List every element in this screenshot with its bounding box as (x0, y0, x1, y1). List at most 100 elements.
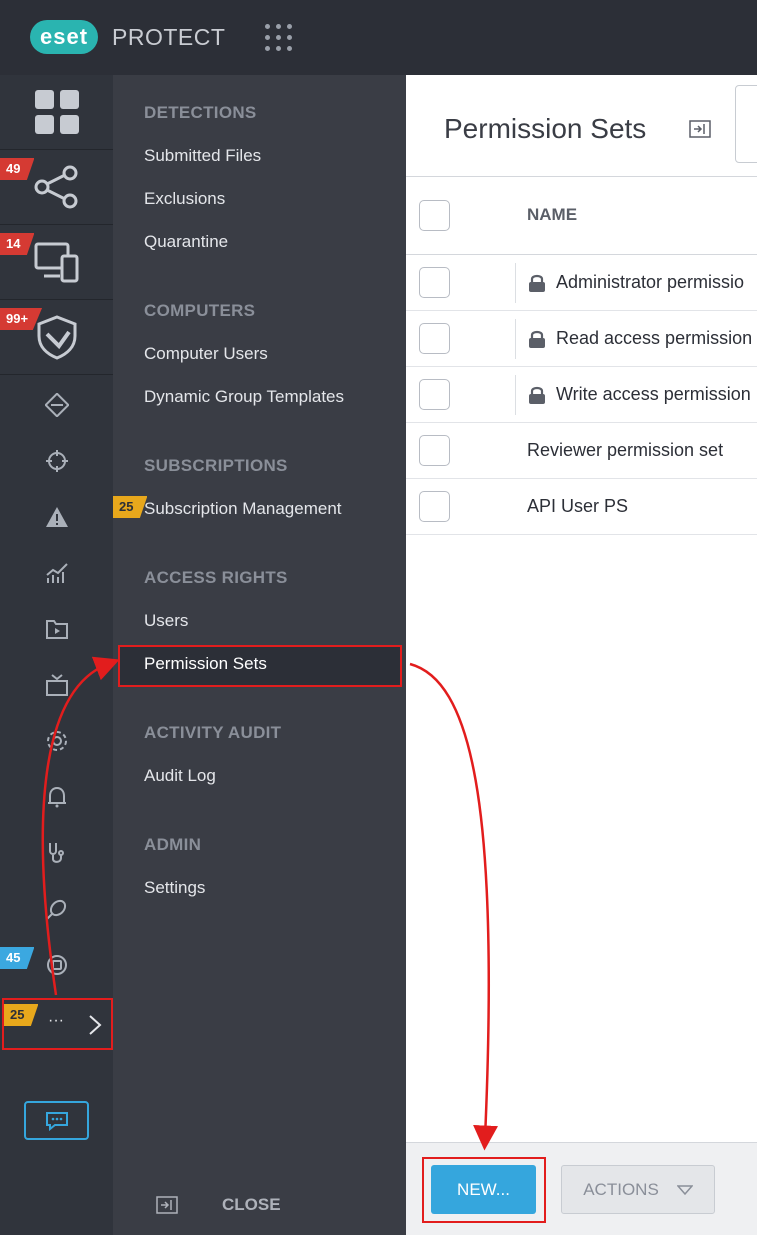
gear-icon (46, 731, 67, 751)
app-launcher-icon[interactable] (265, 24, 293, 52)
section-detections: DETECTIONS (144, 103, 257, 122)
bell-icon (47, 786, 66, 808)
chart-icon (45, 563, 68, 583)
close-label: CLOSE (222, 1195, 281, 1214)
row-checkbox[interactable] (419, 491, 450, 522)
eset-logo-mark: eset (30, 20, 99, 54)
section-activity-audit: ACTIVITY AUDIT (144, 723, 282, 742)
section-access-rights: ACCESS RIGHTS (144, 568, 288, 587)
rail-detections[interactable]: 99+ (0, 300, 113, 375)
rail-tasks[interactable] (0, 385, 113, 425)
actions-label: ACTIONS (583, 1179, 659, 1199)
chevron-right-icon (89, 1015, 102, 1035)
menu-item-dynamic-group-templates[interactable]: Dynamic Group Templates (144, 387, 344, 407)
chat-button[interactable] (24, 1101, 89, 1140)
plug-icon (45, 899, 66, 920)
tasks-icon (44, 393, 69, 417)
table-row[interactable]: API User PS (406, 479, 757, 535)
section-subscriptions: SUBSCRIPTIONS (144, 456, 288, 475)
row-name-cell: Reviewer permission set (527, 440, 723, 461)
row-name: Read access permission (556, 328, 753, 348)
row-divider (515, 375, 516, 415)
chat-bubble-icon (45, 1111, 68, 1131)
help-icon (46, 955, 67, 975)
more-count-badge: 25 (4, 1004, 39, 1026)
close-menu-button[interactable]: CLOSE (156, 1195, 281, 1215)
row-checkbox[interactable] (419, 267, 450, 298)
menu-item-exclusions[interactable]: Exclusions (144, 189, 225, 209)
table-row[interactable]: Read access permission (406, 311, 757, 367)
row-name: Reviewer permission set (527, 440, 724, 460)
column-header-name[interactable]: NAME (527, 205, 577, 225)
row-name: Administrator permissio (556, 272, 745, 292)
row-name-cell: Write access permission (527, 384, 751, 405)
lock-icon (529, 274, 545, 292)
product-name: PROTECT (112, 23, 226, 50)
shield-icon (37, 315, 76, 360)
lock-icon (529, 330, 545, 348)
section-admin: ADMIN (144, 835, 202, 854)
row-checkbox[interactable] (419, 435, 450, 466)
action-footer: NEW... ACTIONS (406, 1142, 757, 1235)
table-row[interactable]: Reviewer permission set (406, 423, 757, 479)
rail-policies[interactable] (0, 721, 113, 761)
more-dots-icon: ··· (48, 1012, 64, 1029)
chevron-down-icon (676, 1184, 693, 1195)
table-row[interactable]: Administrator permissio (406, 255, 757, 311)
rail-helpdesk[interactable]: 45 (0, 945, 113, 985)
stethoscope-icon (48, 843, 64, 863)
rail-threats[interactable] (0, 441, 113, 481)
rail-tasks-folder[interactable] (0, 609, 113, 649)
table-header: NAME (406, 177, 757, 255)
row-divider (515, 263, 516, 303)
menu-item-audit-log[interactable]: Audit Log (144, 766, 216, 786)
table-row[interactable]: Write access permission (406, 367, 757, 423)
menu-item-subscription-management[interactable]: Subscription Management (144, 499, 342, 519)
rail-dashboard[interactable] (0, 75, 113, 150)
row-divider (515, 319, 516, 359)
rail-connect[interactable] (0, 889, 113, 929)
menu-item-users[interactable]: Users (144, 611, 188, 631)
select-all-checkbox[interactable] (419, 200, 450, 231)
rail-more-button[interactable]: 25 ··· (2, 998, 113, 1050)
lock-icon (529, 386, 545, 404)
installer-icon (45, 674, 68, 696)
rail-topology[interactable]: 49 (0, 150, 113, 225)
menu-item-submitted-files[interactable]: Submitted Files (144, 146, 261, 166)
left-nav-rail: 49 14 99+ 45 25 ··· (0, 75, 113, 1235)
subscription-count-badge: 25 (113, 496, 148, 518)
share-nodes-icon (34, 165, 77, 209)
rail-notifications[interactable] (0, 777, 113, 817)
permission-sets-table: NAME Administrator permissio Read access… (406, 176, 757, 535)
menu-item-permission-sets[interactable]: Permission Sets (144, 654, 267, 674)
rail-installers[interactable] (0, 665, 113, 705)
row-name-cell: API User PS (527, 496, 628, 517)
new-button[interactable]: NEW... (431, 1165, 536, 1214)
main-content: Permission Sets NAME Administrator permi… (406, 75, 757, 1235)
rail-computers[interactable]: 14 (0, 225, 113, 300)
more-submenu-panel: DETECTIONS Submitted Files Exclusions Qu… (113, 75, 406, 1235)
rail-alerts[interactable] (0, 497, 113, 537)
row-name: API User PS (527, 496, 629, 516)
crosshair-icon (45, 450, 68, 472)
devices-icon (34, 242, 78, 283)
page-title: Permission Sets (444, 113, 647, 144)
toggle-sidebar-icon[interactable] (689, 120, 711, 138)
section-computers: COMPUTERS (144, 301, 256, 320)
dashboard-icon (34, 90, 79, 134)
computers-count-badge: 14 (0, 233, 35, 255)
filter-box[interactable] (735, 85, 757, 163)
actions-dropdown[interactable]: ACTIONS (561, 1165, 715, 1214)
row-checkbox[interactable] (419, 323, 450, 354)
eset-logo[interactable]: eset PROTECT (30, 20, 225, 54)
menu-item-quarantine[interactable]: Quarantine (144, 232, 228, 252)
rail-reports[interactable] (0, 553, 113, 593)
row-checkbox[interactable] (419, 379, 450, 410)
row-name: Write access permission (556, 384, 751, 404)
rail-status-overview[interactable] (0, 833, 113, 873)
row-name-cell: Administrator permissio (527, 272, 744, 293)
menu-item-computer-users[interactable]: Computer Users (144, 344, 268, 364)
menu-item-settings[interactable]: Settings (144, 878, 205, 898)
window-edge (757, 0, 767, 1245)
warning-icon (45, 507, 68, 527)
